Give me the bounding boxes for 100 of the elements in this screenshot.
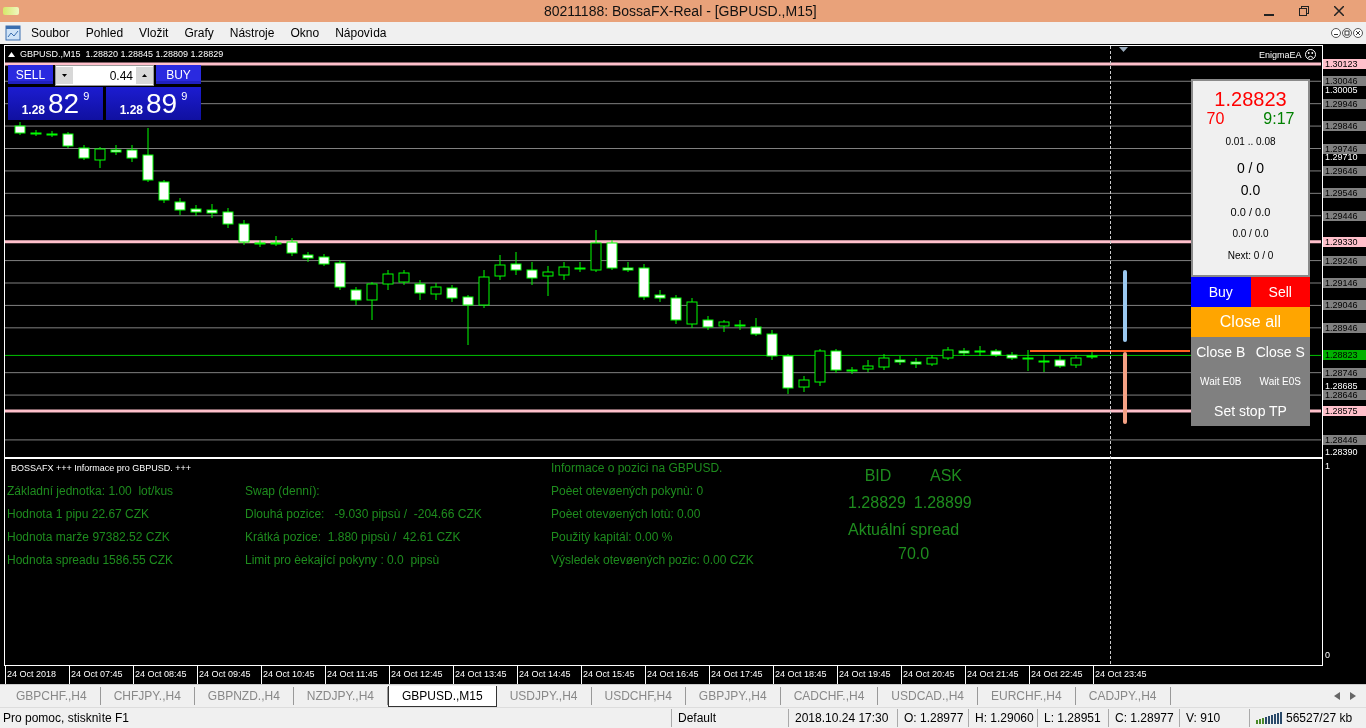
candle — [1054, 355, 1066, 369]
chart-header-text: GBPUSD.,M15 1.28820 1.28845 1.28809 1.28829 — [20, 49, 224, 59]
info-text: Poèet otevøených pokynù: 0 — [551, 483, 705, 500]
price-label: 1.29046 — [1323, 300, 1366, 311]
candle — [494, 254, 506, 281]
candle — [190, 204, 202, 217]
price-label: 1.30046 — [1323, 76, 1366, 87]
candle — [606, 239, 618, 271]
candle — [798, 375, 810, 393]
candle — [862, 359, 874, 373]
chart-window-icon[interactable] — [5, 25, 21, 41]
price-label: 1.29330 — [1323, 236, 1366, 247]
chart-tab[interactable]: USDCAD.,H4 — [878, 687, 979, 705]
ea-button[interactable]: Buy — [1191, 277, 1251, 307]
ea-button[interactable]: Sell — [1250, 277, 1310, 307]
status-help-text: Pro pomoc, stisknìte F1 — [2, 711, 131, 725]
candle — [238, 219, 250, 246]
candle — [526, 261, 538, 286]
candle — [782, 353, 794, 395]
candle — [926, 354, 938, 367]
close-icon[interactable] — [1334, 6, 1344, 16]
range-bar — [1123, 352, 1127, 424]
chart-tab[interactable]: GBPJPY.,H4 — [685, 687, 781, 705]
chart-tab[interactable]: GBPCHF.,H4 — [3, 687, 101, 705]
scroll-left-icon[interactable] — [1334, 692, 1340, 700]
price-label: 1.28823 — [1323, 350, 1366, 361]
chart-tab[interactable]: GBPUSD.,M15 — [388, 686, 497, 707]
menu-item[interactable]: Pohled — [81, 26, 136, 40]
chart-tab[interactable]: CADJPY.,H4 — [1075, 687, 1171, 705]
candle — [670, 294, 682, 325]
caret-down-icon[interactable] — [56, 67, 73, 84]
close-icon[interactable] — [1353, 28, 1363, 38]
menu-item[interactable]: Nástroje — [225, 26, 287, 40]
candle — [574, 261, 586, 273]
candle — [446, 284, 458, 303]
scroll-right-icon[interactable] — [1350, 692, 1356, 700]
minimize-icon[interactable] — [1331, 28, 1341, 38]
axis-label: 1 — [1325, 461, 1330, 471]
candle — [270, 235, 282, 247]
restore-icon[interactable] — [1299, 6, 1309, 16]
price-label: 1.28390 — [1324, 447, 1359, 458]
chart-tab[interactable]: USDCHF,H4 — [591, 687, 686, 705]
spread-text: 70 — [1206, 110, 1225, 128]
candle — [558, 261, 570, 281]
chart-tab[interactable]: CHFJPY.,H4 — [100, 687, 195, 705]
price-label: 1.28575 — [1323, 406, 1366, 416]
menu-item[interactable]: Grafy — [180, 26, 226, 40]
ea-button[interactable]: Close B — [1191, 337, 1251, 367]
menu-item[interactable]: Nápovìda — [331, 26, 399, 40]
chart-tab[interactable]: USDJPY.,H4 — [496, 687, 592, 705]
candle — [942, 346, 954, 361]
candle — [510, 251, 522, 276]
chart-tab[interactable]: NZDJPY.,H4 — [293, 687, 388, 705]
candle — [542, 265, 554, 297]
axis-label: 0 — [1325, 650, 1330, 660]
price-label: 1.30123 — [1323, 59, 1366, 69]
candle — [142, 127, 154, 183]
candle — [974, 345, 986, 357]
status-field: 2018.10.24 17:30 — [788, 709, 897, 727]
candle — [382, 269, 394, 291]
caret-up-icon[interactable] — [136, 67, 153, 84]
chart-tab[interactable]: EURCHF.,H4 — [978, 687, 1076, 705]
menu-item[interactable]: Vložit — [135, 26, 181, 40]
price-label: 1.29546 — [1323, 188, 1366, 199]
buy-button[interactable]: BUY — [156, 65, 201, 86]
ask-value: 1.28899 — [913, 493, 972, 513]
candle — [718, 319, 730, 333]
connection-bars-icon — [1256, 711, 1282, 725]
price-label: 1.29746 — [1323, 143, 1366, 154]
chart-tab[interactable]: CADCHF.,H4 — [780, 687, 879, 705]
bid-price-button[interactable]: 1.28 82$^{9}$ — [8, 87, 103, 120]
status-field: O: 1.28977 — [897, 709, 968, 727]
ea-button[interactable]: Set stop TP — [1191, 396, 1310, 426]
window-title: 80211188: BossaFX-Real - [GBPUSD.,M15] — [544, 3, 817, 19]
candle — [750, 317, 762, 337]
candle — [990, 348, 1002, 358]
price-label: 1.29146 — [1323, 278, 1366, 288]
menu-item[interactable]: Soubor — [27, 26, 82, 40]
chart-tab[interactable]: GBPNZD.,H4 — [194, 687, 294, 705]
price-label: 1.28946 — [1323, 322, 1366, 333]
shift-marker-icon[interactable] — [1119, 47, 1128, 52]
restore-icon[interactable] — [1342, 28, 1352, 38]
info-text: Limit pro èekající pokyny : 0.0 pipsù — [245, 552, 441, 569]
candle — [654, 289, 666, 303]
ask-price-button[interactable]: 1.28 89$^{9}$ — [106, 87, 201, 120]
candle — [462, 294, 474, 346]
sell-button[interactable]: SELL — [8, 65, 53, 86]
ea-button[interactable]: Wait E0S — [1250, 367, 1310, 396]
price-label: 1.29246 — [1323, 255, 1366, 266]
candle — [1070, 354, 1082, 369]
candle — [894, 355, 906, 366]
ea-button[interactable]: Wait E0B — [1191, 367, 1251, 396]
info-text: Informace o pozici na GBPUSD. — [551, 460, 724, 477]
candle — [302, 251, 314, 263]
info-text: Krátká pozice: 1.880 pipsù / 42.61 CZK — [245, 529, 462, 546]
info-text: Dlouhá pozice: -9.030 pipsù / -204.66 CZK — [245, 506, 482, 523]
ea-button[interactable]: Close S — [1250, 337, 1310, 367]
menu-item[interactable]: Okno — [286, 26, 332, 40]
lot-size-field[interactable]: 0.44 — [55, 65, 154, 86]
price-label: 1.29710 — [1324, 151, 1359, 162]
